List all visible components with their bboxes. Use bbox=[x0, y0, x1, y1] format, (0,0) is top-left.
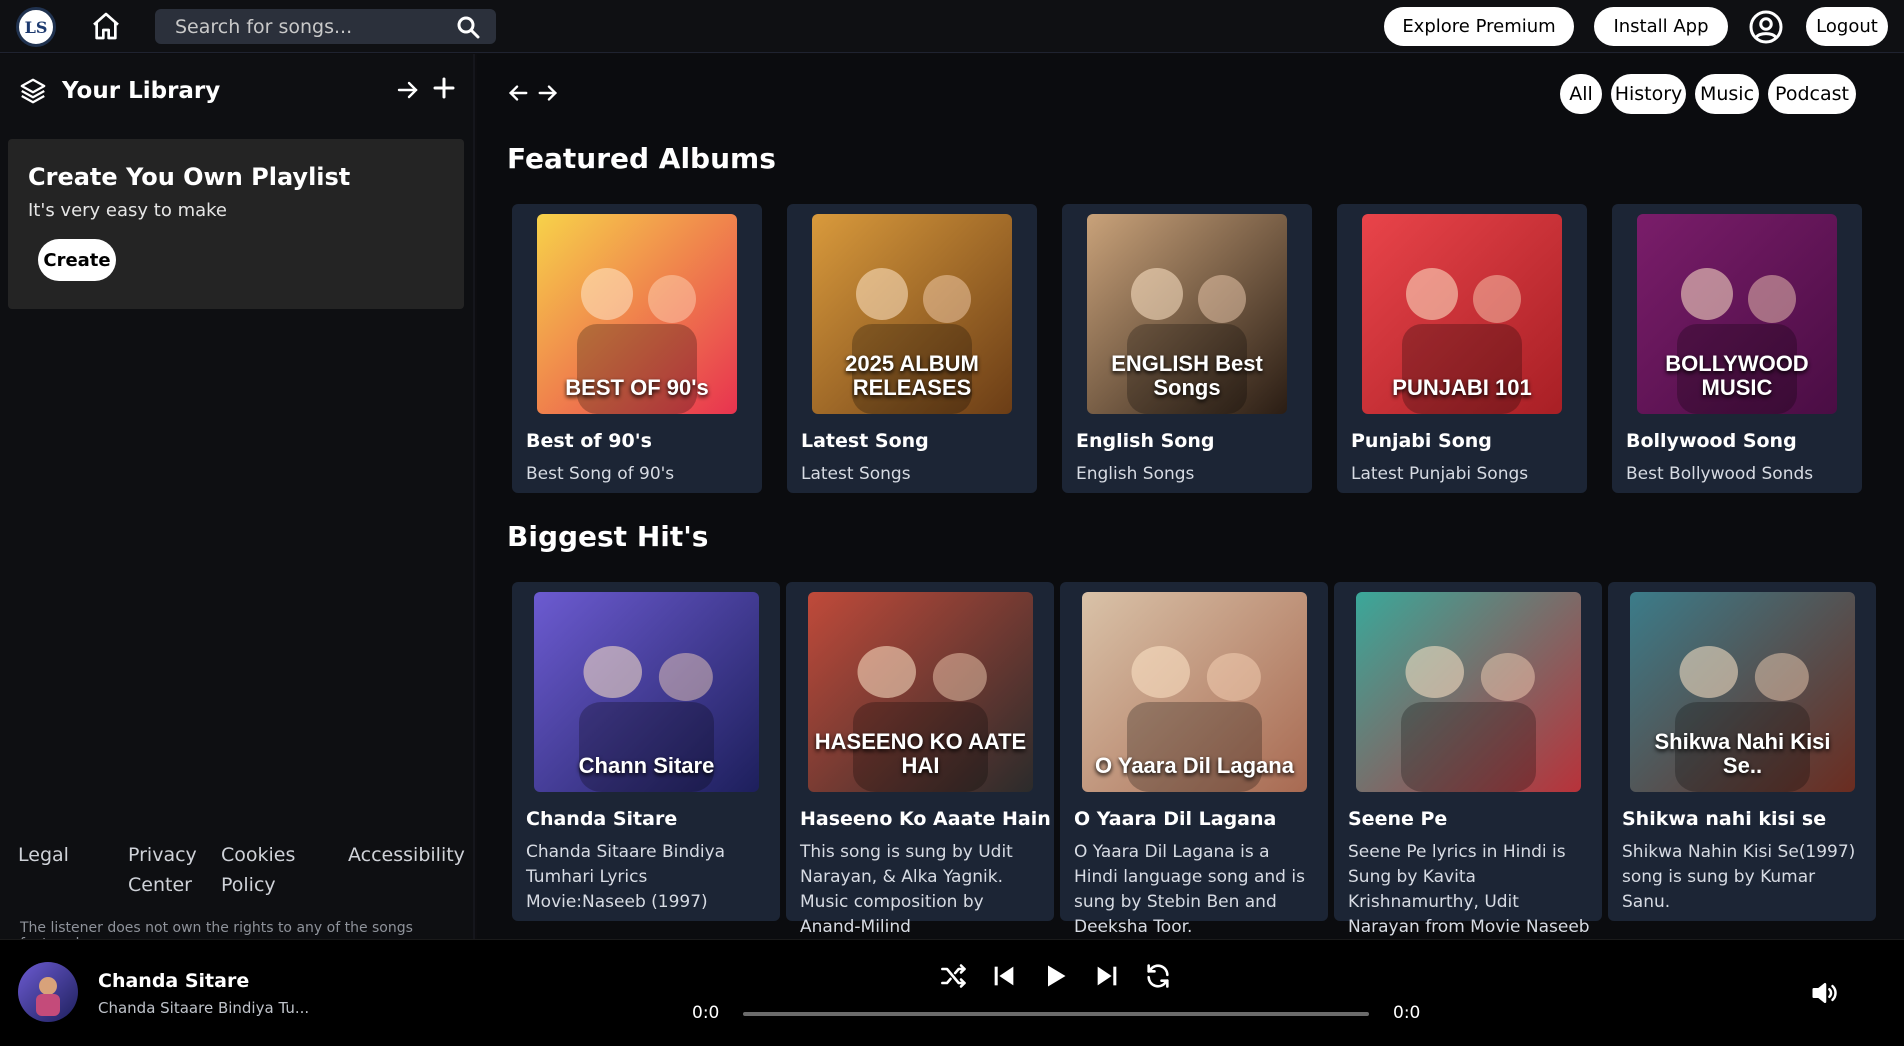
hit-card-art: O Yaara Dil Lagana bbox=[1082, 592, 1307, 792]
search-icon[interactable] bbox=[456, 15, 480, 39]
hit-card-art-text: HASEENO KO AATE HAI bbox=[814, 729, 1027, 778]
featured-card-description: Latest Songs bbox=[801, 464, 911, 484]
hit-card-description: Seene Pe lyrics in Hindi is Sung by Kavi… bbox=[1348, 842, 1590, 937]
featured-card[interactable]: 2025 ALBUM RELEASES Latest Song Latest Son… bbox=[787, 204, 1037, 493]
user-icon[interactable] bbox=[1748, 9, 1784, 45]
featured-albums-title: Featured Albums bbox=[507, 142, 776, 175]
back-arrow-icon[interactable] bbox=[507, 82, 529, 104]
featured-card-title: Punjabi Song bbox=[1351, 430, 1492, 452]
create-playlist-card: Create You Own Playlist It's very easy t… bbox=[8, 139, 464, 309]
hit-card[interactable]: Seene Pe Seene Pe lyrics in Hindi is Sung… bbox=[1334, 582, 1602, 937]
hit-card-title: Haseeno Ko Aaate Hain bbox=[800, 808, 1051, 830]
footer-link-cookies[interactable]: Cookies Policy bbox=[221, 840, 321, 900]
featured-card-art: BOLLYWOOD MUSIC bbox=[1637, 214, 1837, 414]
home-icon[interactable] bbox=[90, 10, 122, 42]
filter-all[interactable]: All bbox=[1560, 74, 1602, 114]
main-content: All History Music Podcast Featured Album… bbox=[477, 54, 1904, 939]
featured-card-title: Latest Song bbox=[801, 430, 929, 452]
featured-card-description: Latest Punjabi Songs bbox=[1351, 464, 1529, 484]
logout-button[interactable]: Logout bbox=[1806, 7, 1888, 46]
featured-card-title: English Song bbox=[1076, 430, 1215, 452]
hit-card[interactable]: O Yaara Dil Lagana O Yaara Dil Lagana O Ya… bbox=[1060, 582, 1328, 937]
hit-card-art: Shikwa Nahi Kisi Se.. bbox=[1630, 592, 1855, 792]
seek-bar[interactable] bbox=[743, 1012, 1369, 1016]
now-playing-title: Chanda Sitare bbox=[98, 970, 250, 992]
footer-link-accessibility[interactable]: Accessibility bbox=[348, 840, 465, 870]
hit-card-description: O Yaara Dil Lagana is a Hindi language s… bbox=[1074, 842, 1305, 937]
featured-card-description: English Songs bbox=[1076, 464, 1195, 484]
featured-card-title: Bollywood Song bbox=[1626, 430, 1797, 452]
featured-card-art-text: BEST OF 90's bbox=[565, 375, 709, 400]
featured-card-art-text: 2025 ALBUM RELEASES bbox=[845, 351, 979, 400]
forward-arrow-icon[interactable] bbox=[537, 82, 559, 104]
volume-icon[interactable] bbox=[1810, 978, 1840, 1008]
filter-music[interactable]: Music bbox=[1695, 74, 1759, 114]
current-time: 0:0 bbox=[692, 1003, 720, 1023]
app: LS Explore Premium Install App Logout Yo… bbox=[0, 0, 1904, 1046]
hit-card-art-text: O Yaara Dil Lagana bbox=[1095, 753, 1294, 778]
repeat-icon[interactable] bbox=[1144, 962, 1172, 990]
explore-premium-button[interactable]: Explore Premium bbox=[1384, 7, 1574, 46]
featured-card[interactable]: ENGLISH Best Songs English Song English So… bbox=[1062, 204, 1312, 493]
install-app-button[interactable]: Install App bbox=[1594, 7, 1728, 46]
player-bar: Chanda Sitare Chanda Sitaare Bindiya Tu.… bbox=[0, 939, 1904, 1046]
hit-card[interactable]: HASEENO KO AATE HAI Haseeno Ko Aaate Hain… bbox=[786, 582, 1054, 937]
featured-card-description: Best Song of 90's bbox=[526, 464, 675, 484]
featured-card-title: Best of 90's bbox=[526, 430, 652, 452]
create-button[interactable]: Create bbox=[38, 239, 116, 281]
hit-card-title: O Yaara Dil Lagana bbox=[1074, 808, 1277, 830]
filter-podcast[interactable]: Podcast bbox=[1768, 74, 1856, 114]
featured-card-art: PUNJABI 101 bbox=[1362, 214, 1562, 414]
now-playing-subtitle: Chanda Sitaare Bindiya Tu... bbox=[98, 999, 310, 1017]
biggest-hits-title: Biggest Hit's bbox=[507, 520, 709, 553]
library-title: Your Library bbox=[62, 78, 221, 104]
featured-card[interactable]: BEST OF 90's Best of 90's Best Song of 90'… bbox=[512, 204, 762, 493]
featured-card-art-text: PUNJABI 101 bbox=[1392, 375, 1532, 400]
search-input[interactable] bbox=[155, 9, 445, 44]
footer-link-legal[interactable]: Legal bbox=[18, 840, 69, 870]
library-icon bbox=[18, 76, 48, 106]
create-playlist-title: Create You Own Playlist bbox=[28, 163, 351, 191]
hit-card-art: HASEENO KO AATE HAI bbox=[808, 592, 1033, 792]
hit-card-art: Chann Sitare bbox=[534, 592, 759, 792]
featured-card-art: 2025 ALBUM RELEASES bbox=[812, 214, 1012, 414]
sidebar: Your Library Create You Own Playlist It'… bbox=[0, 54, 475, 952]
footer-link-privacy[interactable]: Privacy Center bbox=[128, 840, 228, 900]
next-icon[interactable] bbox=[1093, 962, 1121, 990]
hit-card-description: Shikwa Nahin Kisi Se(1997) song is sung … bbox=[1622, 842, 1856, 912]
arrow-right-icon[interactable] bbox=[396, 78, 420, 102]
hit-card[interactable]: Shikwa Nahi Kisi Se.. Shikwa nahi kisi se… bbox=[1608, 582, 1876, 921]
featured-card-art: ENGLISH Best Songs bbox=[1087, 214, 1287, 414]
featured-card-art: BEST OF 90's bbox=[537, 214, 737, 414]
plus-icon[interactable] bbox=[432, 76, 456, 100]
filter-history[interactable]: History bbox=[1611, 74, 1686, 114]
hit-card-title: Shikwa nahi kisi se bbox=[1622, 808, 1827, 830]
featured-card[interactable]: PUNJABI 101 Punjabi Song Latest Punjabi So… bbox=[1337, 204, 1587, 493]
total-time: 0:0 bbox=[1393, 1003, 1421, 1023]
hit-card-art bbox=[1356, 592, 1581, 792]
featured-card-art-text: ENGLISH Best Songs bbox=[1111, 351, 1263, 400]
search-bar bbox=[155, 9, 496, 44]
previous-icon[interactable] bbox=[990, 962, 1018, 990]
hit-card-art-text: Chann Sitare bbox=[578, 753, 715, 778]
top-bar: LS Explore Premium Install App Logout bbox=[0, 0, 1904, 53]
featured-card-description: Best Bollywood Sonds bbox=[1626, 464, 1814, 484]
hit-card-title: Chanda Sitare bbox=[526, 808, 678, 830]
hit-card[interactable]: Chann Sitare Chanda Sitare Chanda Sitaare … bbox=[512, 582, 780, 921]
hit-card-art-text: Shikwa Nahi Kisi Se.. bbox=[1654, 729, 1831, 778]
shuffle-icon[interactable] bbox=[940, 962, 968, 990]
hit-card-description: Chanda Sitaare Bindiya Tumhari Lyrics Mo… bbox=[526, 842, 726, 912]
logo[interactable]: LS bbox=[16, 7, 56, 47]
create-playlist-subtitle: It's very easy to make bbox=[28, 200, 227, 221]
play-icon[interactable] bbox=[1041, 962, 1069, 990]
hit-card-title: Seene Pe bbox=[1348, 808, 1448, 830]
featured-card[interactable]: BOLLYWOOD MUSIC Bollywood Song Best Bollyw… bbox=[1612, 204, 1862, 493]
now-playing-art bbox=[18, 962, 78, 1022]
featured-card-art-text: BOLLYWOOD MUSIC bbox=[1665, 351, 1809, 400]
hit-card-description: This song is sung by Udit Narayan, & Alk… bbox=[800, 842, 1013, 937]
